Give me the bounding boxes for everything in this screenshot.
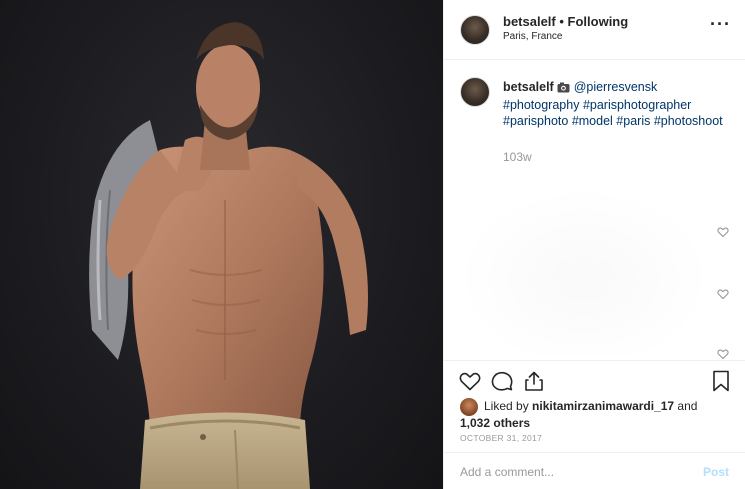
post-actions: Liked by nikitamirzanimawardi_17 and 1,03… (444, 360, 745, 452)
caption-avatar[interactable] (460, 77, 490, 107)
post-date[interactable]: OCTOBER 31, 2017 (460, 433, 542, 443)
hashtag-link[interactable]: #model (572, 114, 613, 128)
liker-avatar[interactable] (460, 398, 478, 416)
comment-icon[interactable] (490, 369, 514, 393)
likes-prefix: Liked by (484, 399, 533, 414)
post-comment-button[interactable]: Post (703, 465, 729, 479)
comment-input[interactable] (460, 465, 680, 479)
faded-background (454, 185, 714, 355)
comment-bar: Post (444, 452, 745, 489)
header-username[interactable]: betsalelf (503, 14, 556, 29)
hashtag-link[interactable]: #parisphoto (503, 114, 568, 128)
post-side-panel: betsalelf • Following Paris, France ··· … (443, 0, 745, 489)
camera-icon (557, 81, 570, 97)
share-icon[interactable] (522, 369, 546, 393)
location-link[interactable]: Paris, France (503, 31, 562, 42)
header-separator: • (555, 14, 568, 29)
post-photo[interactable] (0, 0, 443, 489)
caption-timestamp[interactable]: 103w (503, 150, 532, 164)
follow-status[interactable]: Following (568, 14, 629, 29)
model-photo-illustration (89, 22, 368, 489)
post-header: betsalelf • Following Paris, France ··· (444, 0, 745, 60)
hashtag-link[interactable]: #photoshoot (654, 114, 723, 128)
comment-like-heart-icon[interactable] (717, 226, 729, 238)
post-container: betsalelf • Following Paris, France ··· … (0, 0, 745, 489)
avatar[interactable] (460, 15, 490, 45)
caption-section: betsalelf @pierresvensk #photography #pa… (444, 60, 745, 360)
liker-username[interactable]: nikitamirzanimawardi_17 (532, 399, 674, 413)
more-horizontal-icon[interactable]: ··· (710, 14, 731, 35)
mention-link[interactable]: @pierresvensk (574, 80, 658, 94)
likes-and: and (674, 399, 698, 414)
caption-text: betsalelf @pierresvensk #photography #pa… (503, 79, 723, 129)
header-user-line: betsalelf • Following (503, 14, 628, 29)
bookmark-icon[interactable] (709, 369, 733, 393)
caption-username[interactable]: betsalelf (503, 80, 554, 94)
hashtag-link[interactable]: #parisphotographer (583, 98, 691, 112)
comment-like-heart-icon[interactable] (717, 348, 729, 360)
heart-icon[interactable] (458, 369, 482, 393)
comment-like-heart-icon[interactable] (717, 288, 729, 300)
hashtag-link[interactable]: #paris (616, 114, 650, 128)
likes-summary: Liked by nikitamirzanimawardi_17 and 1,03… (460, 398, 730, 431)
hashtag-link[interactable]: #photography (503, 98, 579, 112)
likes-others-link[interactable]: 1,032 others (460, 416, 530, 430)
